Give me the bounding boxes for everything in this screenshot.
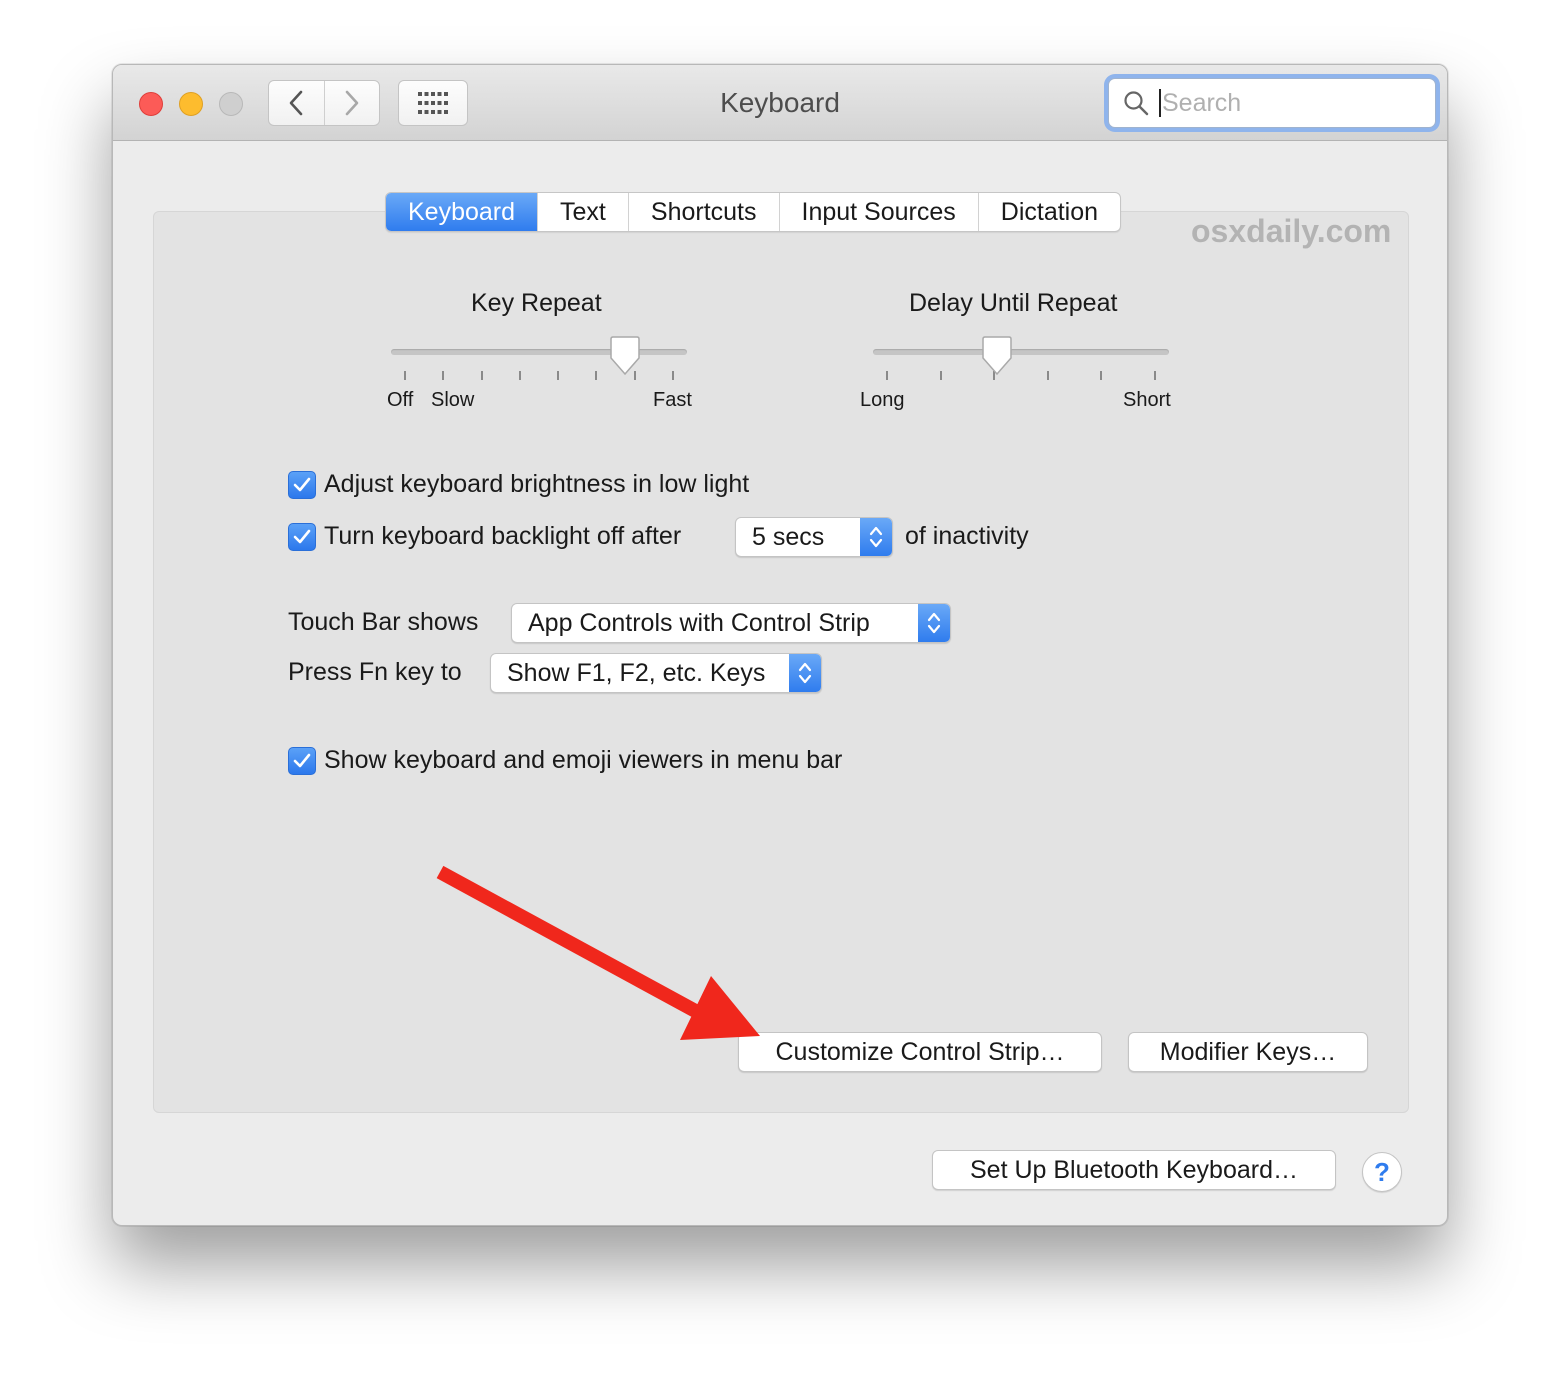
key-repeat-title: Key Repeat <box>471 289 602 317</box>
slider-tick <box>1154 371 1156 380</box>
tab-text[interactable]: Text <box>537 193 628 231</box>
key-repeat-slow-label: Slow <box>431 389 475 411</box>
key-repeat-slider-thumb[interactable] <box>608 336 642 376</box>
set-up-bluetooth-keyboard-button[interactable]: Set Up Bluetooth Keyboard… <box>932 1150 1336 1190</box>
key-repeat-off-label: Off <box>387 389 414 411</box>
slider-tick <box>442 371 445 380</box>
delay-long-label: Long <box>860 389 905 411</box>
slider-tick <box>557 371 560 380</box>
slider-tick <box>939 371 942 380</box>
checkmark-icon <box>293 477 311 492</box>
backlight-timeout-popup[interactable]: 5 secs <box>735 517 893 557</box>
slider-tick <box>595 371 598 380</box>
stepper-arrows-icon <box>860 518 892 556</box>
touch-bar-shows-value: App Controls with Control Strip <box>528 608 870 637</box>
customize-control-strip-button[interactable]: Customize Control Strip… <box>738 1032 1102 1072</box>
tab-dictation[interactable]: Dictation <box>977 193 1120 231</box>
adjust-brightness-checkbox[interactable] <box>288 471 316 499</box>
adjust-brightness-label: Adjust keyboard brightness in low light <box>324 470 750 498</box>
backlight-timeout-value: 5 secs <box>752 522 825 551</box>
checkmark-icon <box>293 753 311 768</box>
stepper-arrows-icon <box>918 604 950 642</box>
tab-input-sources[interactable]: Input Sources <box>778 193 978 231</box>
backlight-off-label: Turn keyboard backlight off after <box>324 522 682 550</box>
slider-tick <box>672 371 674 380</box>
show-viewers-checkbox[interactable] <box>288 747 316 775</box>
tab-shortcuts[interactable]: Shortcuts <box>627 193 779 231</box>
fn-key-value: Show F1, F2, etc. Keys <box>507 658 766 687</box>
fn-key-label: Press Fn key to <box>288 658 462 686</box>
tab-bar: Keyboard Text Shortcuts Input Sources Di… <box>385 192 1122 232</box>
delay-short-label: Short <box>1123 389 1171 411</box>
search-icon <box>1123 90 1149 116</box>
slider-tick <box>1046 371 1049 380</box>
key-repeat-slider[interactable] <box>391 349 687 355</box>
show-viewers-label: Show keyboard and emoji viewers in menu … <box>324 746 843 774</box>
slider-tick <box>404 371 406 380</box>
modifier-keys-button[interactable]: Modifier Keys… <box>1128 1032 1368 1072</box>
delay-until-repeat-title: Delay Until Repeat <box>909 289 1118 317</box>
delay-until-repeat-slider[interactable] <box>873 349 1169 355</box>
slider-tick <box>1100 371 1103 380</box>
touch-bar-shows-label: Touch Bar shows <box>288 608 479 636</box>
slider-tick <box>518 371 521 380</box>
touch-bar-shows-popup[interactable]: App Controls with Control Strip <box>511 603 951 643</box>
stepper-arrows-icon <box>789 654 821 692</box>
checkmark-icon <box>293 529 311 544</box>
tab-keyboard[interactable]: Keyboard <box>386 193 538 231</box>
keyboard-preferences-window: Keyboard Search Keyboard Text Shortcuts … <box>112 64 1448 1226</box>
slider-tick <box>886 371 888 380</box>
delay-until-repeat-slider-thumb[interactable] <box>980 336 1014 376</box>
search-placeholder: Search <box>1162 88 1242 117</box>
text-cursor <box>1159 89 1161 117</box>
titlebar: Keyboard Search <box>113 65 1447 141</box>
slider-tick <box>480 371 483 380</box>
fn-key-popup[interactable]: Show F1, F2, etc. Keys <box>490 653 822 693</box>
search-field[interactable]: Search <box>1108 78 1436 128</box>
watermark: osxdaily.com <box>1191 213 1392 249</box>
inactivity-suffix-label: of inactivity <box>905 522 1029 550</box>
help-button[interactable]: ? <box>1362 1152 1402 1192</box>
key-repeat-fast-label: Fast <box>653 389 692 411</box>
backlight-off-checkbox[interactable] <box>288 523 316 551</box>
